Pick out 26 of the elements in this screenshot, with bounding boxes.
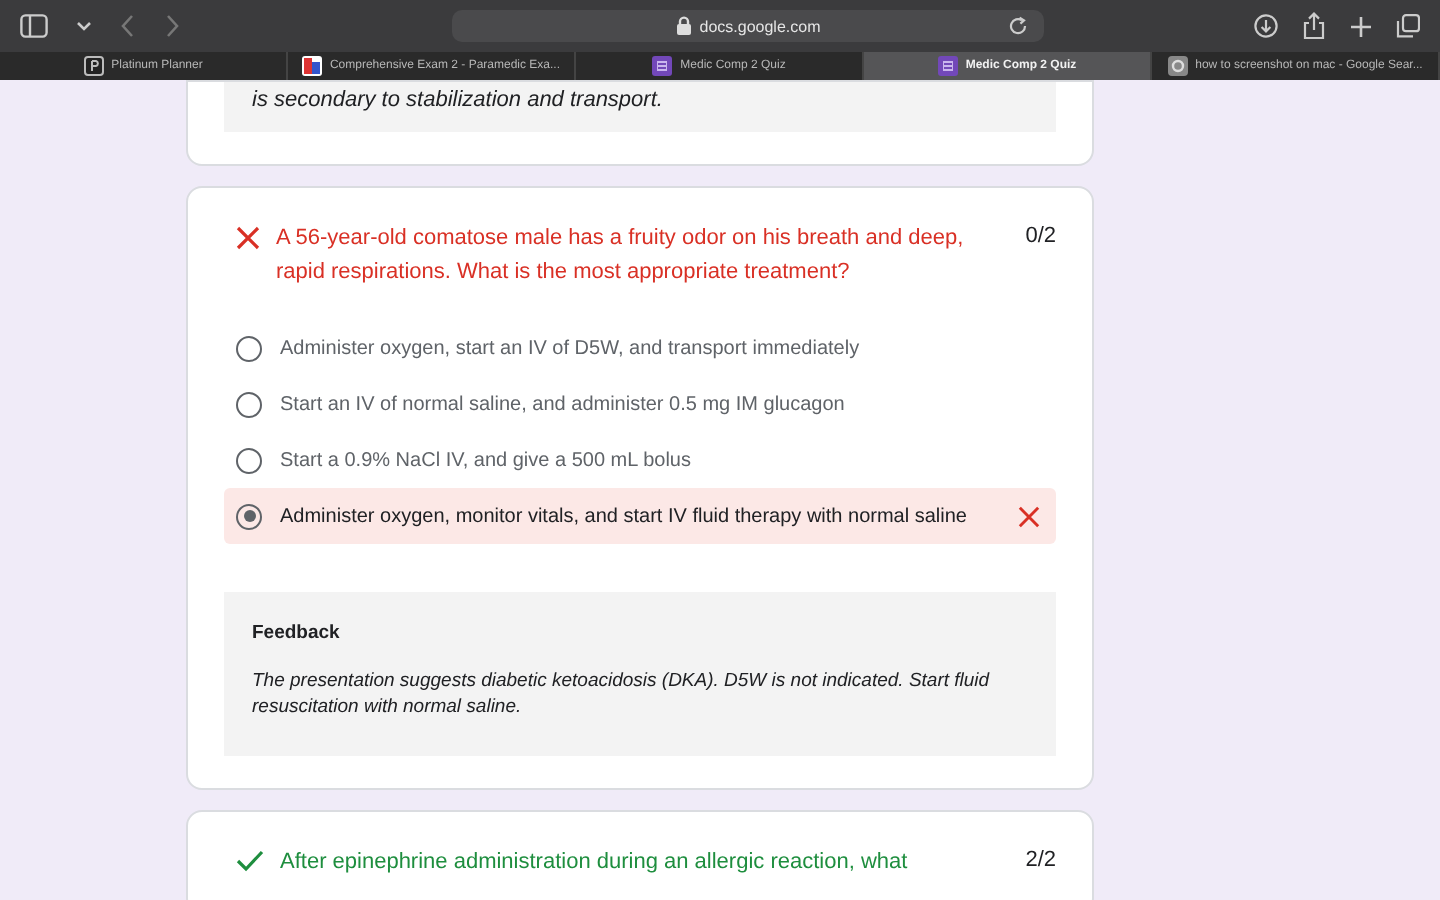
download-icon[interactable] [1254, 14, 1278, 38]
new-tab-icon[interactable] [1350, 15, 1372, 37]
score-text: 2/2 [1025, 848, 1056, 872]
score-text: 0/2 [1025, 224, 1056, 248]
form-icon [937, 56, 958, 76]
site-icon [1167, 56, 1188, 76]
option-label: Start a 0.9% NaCl IV, and give a 500 mL bolus [280, 449, 691, 471]
option-label: Administer oxygen, start an IV of D5W, and transport immediately [280, 337, 860, 359]
question-text: After epinephrine administration during an allergic reaction, what [280, 848, 910, 878]
cross-icon [1018, 505, 1040, 527]
feedback-text: is secondary to stabilization and transport. [252, 88, 665, 114]
site-logo-icon [301, 56, 322, 76]
share-icon[interactable] [1302, 12, 1326, 40]
option-label: Administer oxygen, monitor vitals, and start IV fluid therapy with normal saline [280, 505, 967, 527]
url-text: docs.google.com [699, 17, 821, 35]
feedback-text: The presentation suggests diabetic ketoacidosis (DKA). D5W is not indicated. Start fluid resuscitation with normal saline. [252, 668, 992, 720]
option-label: Start an IV of normal saline, and administer 0.5 mg IM glucagon [280, 393, 845, 415]
address-bar[interactable]: docs.google.com [452, 10, 1044, 42]
tabs-overview-icon[interactable] [1396, 14, 1420, 38]
lock-icon [675, 16, 692, 36]
question-text: A 56-year-old comatose male has a fruity odor on his breath and deep, rapid respirations. What is the most appropriate treatment? [276, 224, 966, 288]
form-icon [652, 56, 673, 76]
sidebar-icon[interactable] [20, 14, 48, 38]
chevron-down-icon[interactable] [76, 20, 92, 32]
feedback-title: Feedback [252, 622, 342, 644]
reload-icon[interactable] [1008, 16, 1028, 36]
